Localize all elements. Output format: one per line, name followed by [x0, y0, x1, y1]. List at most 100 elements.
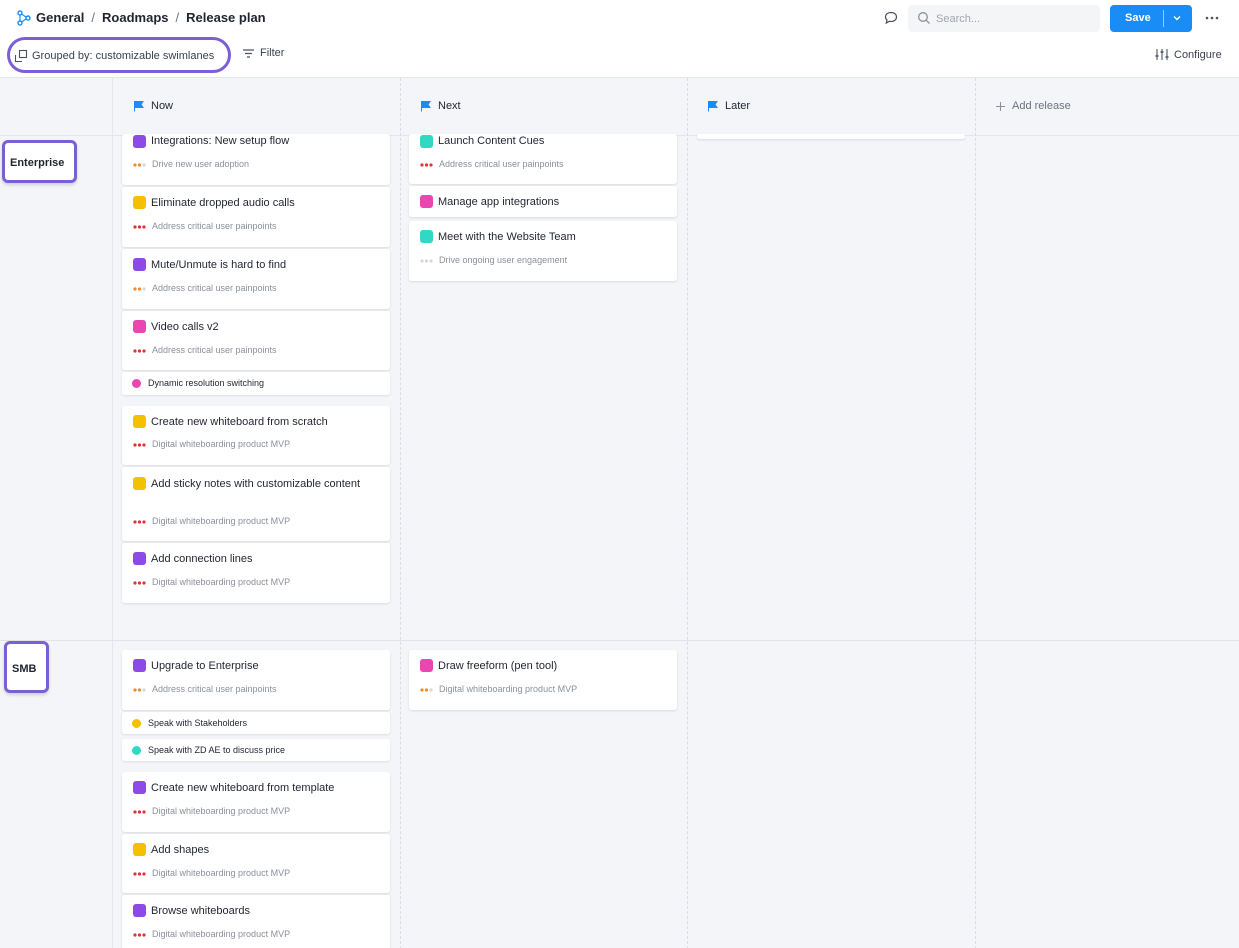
goal-label: Digital whiteboarding product MVP: [439, 684, 578, 694]
plus-icon: [996, 101, 1005, 111]
goal-label: Drive ongoing user engagement: [439, 255, 568, 265]
feature-title: Add shapes: [151, 844, 210, 856]
status-dot: [132, 719, 141, 728]
save-split-divider: [1163, 10, 1164, 27]
sub-item-title: Dynamic resolution switching: [148, 378, 265, 388]
status-square: [420, 230, 433, 243]
goal-label: Digital whiteboarding product MVP: [152, 806, 291, 816]
swimlane-label-smb[interactable]: SMB: [4, 641, 49, 693]
feature-card[interactable]: Create new whiteboard from template Digi…: [122, 772, 390, 832]
configure-label: Configure: [1174, 48, 1222, 61]
status-square: [133, 196, 146, 209]
status-dot: [132, 746, 141, 755]
breadcrumb-separator: /: [175, 10, 180, 25]
goal-progress-icon: [133, 581, 146, 585]
feature-card[interactable]: Manage app integrations: [409, 186, 677, 217]
comment-icon[interactable]: [883, 10, 899, 26]
add-release-label: Add release: [1012, 100, 1071, 112]
goal-progress-icon: [133, 349, 146, 353]
feature-card[interactable]: Create new whiteboard from scratch Digit…: [122, 406, 390, 465]
goal-label: Digital whiteboarding product MVP: [152, 577, 291, 587]
column-label: Next: [438, 100, 461, 112]
column-header-next[interactable]: Next: [420, 100, 461, 112]
feature-title: Add connection lines: [151, 553, 253, 565]
swimlane-label-text: Enterprise: [10, 157, 65, 169]
swimlane-label-enterprise[interactable]: Enterprise: [2, 140, 77, 183]
sub-item-card[interactable]: Speak with Stakeholders: [122, 712, 390, 734]
goal-progress-icon: [420, 259, 433, 263]
swimlane-label-text: SMB: [12, 663, 37, 675]
column-label: Now: [151, 100, 174, 112]
status-square: [133, 415, 146, 428]
sub-item-card[interactable]: Speak with ZD AE to discuss price: [122, 739, 390, 761]
feature-title: Upgrade to Enterprise: [151, 660, 259, 672]
breadcrumb-roadmaps[interactable]: Roadmaps: [102, 10, 168, 25]
feature-card[interactable]: Add shapes Digital whiteboarding product…: [122, 834, 390, 893]
feature-card[interactable]: Launch Content Cues Address critical use…: [409, 134, 677, 184]
feature-card[interactable]: Eliminate dropped audio calls Address cr…: [122, 187, 390, 247]
roadmap-logo-icon[interactable]: [16, 10, 32, 26]
search-input[interactable]: [936, 9, 1094, 28]
goal-label: Drive new user adoption: [152, 159, 250, 169]
feature-card[interactable]: Add connection lines Digital whiteboardi…: [122, 543, 390, 603]
column-divider: [975, 78, 976, 948]
goal-progress-icon: [133, 810, 146, 814]
release-flag-icon: [421, 101, 431, 112]
feature-title: Eliminate dropped audio calls: [151, 197, 295, 209]
chevron-down-icon[interactable]: [1171, 12, 1183, 24]
feature-card[interactable]: Add sticky notes with customizable conte…: [122, 467, 390, 541]
feature-title: Draw freeform (pen tool): [438, 660, 558, 672]
goal-label: Address critical user painpoints: [152, 345, 277, 355]
page-title: Release plan: [186, 10, 266, 25]
status-square: [133, 904, 146, 917]
search-icon: [918, 12, 930, 24]
column-label: Later: [725, 100, 751, 112]
sub-item-title: Speak with ZD AE to discuss price: [148, 745, 286, 755]
feature-title: Create new whiteboard from scratch: [151, 416, 328, 428]
feature-card[interactable]: Integrations: New setup flow Drive new u…: [122, 134, 390, 185]
top-bar: General / Roadmaps / Release plan Save: [0, 0, 1239, 36]
goal-label: Address critical user painpoints: [152, 221, 277, 231]
feature-card[interactable]: Upgrade to Enterprise Address critical u…: [122, 650, 390, 710]
feature-card[interactable]: Draw freeform (pen tool) Digital whitebo…: [409, 650, 677, 710]
breadcrumb-separator: /: [91, 10, 96, 25]
group-icon: [14, 49, 28, 63]
goal-label: Digital whiteboarding product MVP: [152, 929, 291, 939]
feature-title: Manage app integrations: [438, 196, 560, 208]
card-partial[interactable]: [697, 134, 965, 139]
feature-title: Create new whiteboard from template: [151, 782, 335, 794]
grouped-by-label: Grouped by: customizable swimlanes: [32, 50, 215, 62]
column-header-later[interactable]: Later: [707, 100, 750, 112]
status-square: [420, 135, 433, 148]
grouped-by-button[interactable]: Grouped by: customizable swimlanes: [7, 37, 231, 73]
goal-progress-icon: [133, 443, 146, 447]
status-square: [133, 258, 146, 271]
status-square: [133, 843, 146, 856]
roadmap-app: General / Roadmaps / Release plan Save: [0, 0, 1239, 948]
feature-card[interactable]: Mute/Unmute is hard to find Address crit…: [122, 249, 390, 309]
feature-card[interactable]: Browse whiteboards Digital whiteboarding…: [122, 895, 390, 948]
breadcrumb-general[interactable]: General: [36, 10, 84, 25]
add-release-button[interactable]: Add release: [995, 100, 1071, 112]
feature-title: Video calls v2: [151, 321, 219, 333]
save-button[interactable]: Save: [1110, 5, 1192, 32]
sub-item-card[interactable]: Dynamic resolution switching: [122, 372, 390, 395]
configure-button[interactable]: Configure: [1155, 48, 1222, 61]
status-square: [133, 659, 146, 672]
status-square: [133, 552, 146, 565]
feature-title: Meet with the Website Team: [438, 231, 576, 243]
goal-progress-icon: [133, 520, 146, 524]
goal-label: Address critical user painpoints: [439, 159, 564, 169]
status-square: [420, 659, 433, 672]
goal-label: Address critical user painpoints: [152, 283, 277, 293]
column-header-now[interactable]: Now: [133, 100, 173, 112]
goal-label: Address critical user painpoints: [152, 684, 277, 694]
feature-card[interactable]: Video calls v2 Address critical user pai…: [122, 311, 390, 370]
feature-card[interactable]: Meet with the Website Team Drive ongoing…: [409, 221, 677, 281]
goal-progress-icon: [133, 287, 146, 291]
status-square: [133, 781, 146, 794]
filter-button[interactable]: Filter: [242, 47, 284, 59]
more-options-icon[interactable]: [1204, 13, 1220, 23]
goal-progress-icon: [133, 225, 146, 229]
swimlane-divider: [0, 640, 1239, 641]
